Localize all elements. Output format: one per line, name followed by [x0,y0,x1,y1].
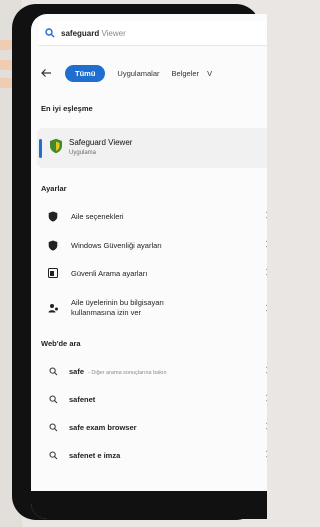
chevron-right-icon [266,211,267,219]
settings-item-label: Aile seçenekleri [71,211,124,221]
tab-all[interactable]: Tümü [65,64,106,82]
shield-icon [45,208,61,224]
chevron-right-icon [266,268,267,276]
settings-item-label: Aile üyelerinin bu bilgisayarı kullanması… [71,298,164,318]
bottom-bezel [31,491,267,519]
chevron-right-icon [266,304,267,312]
best-match-heading: En iyi eşleşme [41,104,93,113]
search-input[interactable]: safeguard Viewer [61,29,126,38]
web-result-hint: - Diğer arama sonuçlarına bakın [88,369,167,376]
search-icon [45,447,61,463]
web-result-text: safenet [69,394,96,404]
settings-item-windows-security[interactable]: Windows Güvenliği ayarları [39,236,267,254]
chevron-right-icon [266,394,267,402]
settings-item-safe-search[interactable]: Güvenli Arama ayarları [39,264,267,282]
web-result-label: safe exam browser [69,423,137,432]
chevron-right-icon [266,422,267,430]
back-arrow-icon[interactable] [37,64,55,82]
web-result-text: safenet e imza [69,450,121,460]
web-result-item[interactable]: safenet [39,390,267,408]
search-bar[interactable]: safeguard Viewer [39,21,267,46]
background-stripe [0,40,12,50]
settings-item-label-line1: Aile üyelerinin bu bilgisayarı [71,298,164,307]
settings-item-family-access[interactable]: Aile üyelerinin bu bilgisayarı kullanması… [39,296,267,320]
search-icon [45,391,61,407]
search-query: safeguard [61,28,100,38]
family-icon [45,300,61,316]
tab-apps[interactable]: Uygulamalar [117,69,159,78]
web-result-label: safenet e imza [69,451,120,460]
background-stripe [0,78,12,88]
phone-frame: safeguard Viewer Tümü Uygulamalar Belgel… [12,4,267,520]
search-icon [45,28,55,38]
search-icon [45,419,61,435]
web-result-label: safenet [69,395,95,404]
web-result-text: safe [69,366,85,376]
best-match-title: Safeguard Viewer [69,138,133,147]
best-match-subtitle: Uygulama [69,150,97,156]
filter-tabs: Tümü Uygulamalar Belgeler V [37,61,212,85]
tab-documents[interactable]: Belgeler [172,69,200,78]
shield-icon [45,237,61,253]
search-panel: safeguard Viewer Tümü Uygulamalar Belgel… [31,14,267,519]
settings-item-label: Windows Güvenliği ayarları [71,240,162,250]
web-result-item[interactable]: safenet e imza [39,446,267,464]
settings-heading: Ayarlar [41,184,67,193]
web-result-item[interactable]: safe - Diğer arama sonuçlarına bakın [39,362,267,380]
search-icon [45,363,61,379]
settings-item-label: Güvenli Arama ayarları [71,268,148,278]
selection-indicator [39,139,42,158]
tab-more[interactable]: V [207,69,212,78]
web-search-heading: Web'de ara [41,339,81,348]
background-stripe [0,60,12,70]
search-ghost-completion: Viewer [99,28,126,38]
chevron-right-icon [266,450,267,458]
settings-item-family-options[interactable]: Aile seçenekleri [39,207,267,225]
web-result-item[interactable]: safe exam browser [39,418,267,436]
chevron-right-icon [266,240,267,248]
chevron-right-icon [266,366,267,374]
web-result-label: safe - Diğer arama sonuçlarına bakın [69,367,167,376]
settings-item-label-line2: kullanmasına izin ver [71,308,142,317]
best-match-result[interactable] [37,128,267,168]
web-result-text: safe exam browser [69,422,137,432]
safe-search-icon [45,265,61,281]
shield-icon [49,138,63,159]
